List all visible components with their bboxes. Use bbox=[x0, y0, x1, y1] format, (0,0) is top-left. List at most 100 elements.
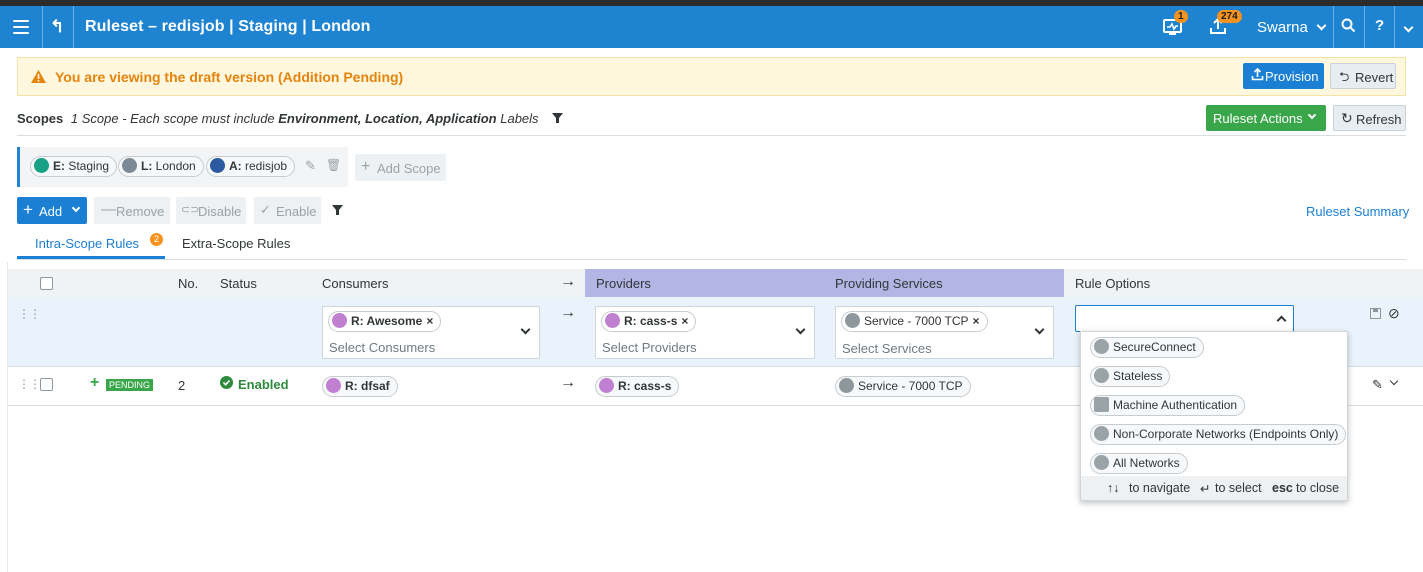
menu-icon[interactable] bbox=[13, 20, 29, 34]
environment-icon bbox=[34, 158, 49, 173]
chevron-down-icon bbox=[1307, 110, 1317, 120]
scopes-desc-prefix: 1 Scope - Each scope must include bbox=[70, 111, 279, 126]
disable-button[interactable]: ⊂⊃ Disable bbox=[176, 197, 246, 224]
ruleset-summary-link[interactable]: Ruleset Summary bbox=[1306, 204, 1409, 219]
help-icon[interactable]: ? bbox=[1375, 17, 1384, 34]
edit-rule-icon[interactable]: ✎ bbox=[1372, 377, 1383, 393]
option-secure-connect[interactable]: SecureConnect bbox=[1090, 337, 1204, 358]
tab-intra-scope-rules[interactable]: Intra-Scope Rules bbox=[35, 236, 139, 251]
column-rule-options[interactable]: Rule Options bbox=[1075, 276, 1150, 291]
remove-chip-icon[interactable]: × bbox=[426, 314, 433, 328]
services-select[interactable]: Service - 7000 TCP × Select Services bbox=[835, 306, 1054, 359]
provision-label: Provision bbox=[1265, 69, 1319, 84]
tab-intra-label: Intra-Scope Rules bbox=[35, 236, 140, 251]
header-divider bbox=[42, 6, 43, 48]
revert-button[interactable]: ⮌ Revert bbox=[1330, 63, 1396, 89]
pending-badge: PENDING bbox=[106, 379, 154, 391]
rules-filter-icon[interactable] bbox=[332, 204, 343, 219]
select-all-checkbox[interactable] bbox=[40, 277, 53, 290]
ruleset-actions-button[interactable]: Ruleset Actions bbox=[1206, 105, 1326, 131]
esc-key: esc bbox=[1272, 481, 1293, 495]
rule-options-select[interactable] bbox=[1075, 305, 1294, 332]
filter-icon[interactable] bbox=[552, 112, 564, 127]
add-label: Add bbox=[39, 204, 63, 219]
ruleset-actions-label: Ruleset Actions bbox=[1213, 111, 1303, 126]
drag-handle-icon[interactable]: ⋮⋮ bbox=[18, 307, 41, 321]
scope-label-application: A: redisjob bbox=[206, 156, 296, 177]
service-chip: Service - 7000 TCP bbox=[835, 376, 971, 397]
column-consumers[interactable]: Consumers bbox=[322, 276, 388, 291]
header-divider bbox=[73, 6, 74, 48]
column-status[interactable]: Status bbox=[220, 276, 257, 291]
header-divider bbox=[1394, 6, 1395, 48]
service-icon bbox=[839, 378, 854, 393]
option-all-networks[interactable]: All Networks bbox=[1090, 453, 1188, 474]
remove-chip-icon[interactable]: × bbox=[973, 314, 980, 328]
network-icon bbox=[1094, 426, 1109, 441]
edit-scope-icon[interactable]: ✎ bbox=[305, 158, 316, 174]
disable-label: Disable bbox=[198, 204, 242, 219]
chevron-down-icon bbox=[1034, 324, 1045, 335]
provision-button[interactable]: Provision bbox=[1243, 63, 1324, 89]
rule-options-dropdown: SecureConnect Stateless Machine Authenti… bbox=[1080, 331, 1348, 501]
cancel-icon[interactable]: ⊘ bbox=[1388, 305, 1400, 322]
content-left-border bbox=[7, 262, 8, 572]
header-divider bbox=[1333, 6, 1334, 48]
header-divider bbox=[1364, 6, 1365, 48]
providers-select[interactable]: R: cass-s × Select Providers bbox=[595, 306, 815, 359]
option-machine-authentication[interactable]: Machine Authentication bbox=[1090, 395, 1246, 416]
scopes-desc-suffix: Labels bbox=[496, 111, 539, 126]
tab-extra-scope-rules[interactable]: Extra-Scope Rules bbox=[182, 236, 290, 251]
user-menu[interactable]: Swarna bbox=[1257, 19, 1327, 36]
add-scope-button[interactable]: + Add Scope bbox=[355, 154, 446, 181]
option-stateless[interactable]: Stateless bbox=[1090, 366, 1171, 387]
role-icon bbox=[326, 378, 341, 393]
column-arrow: → bbox=[560, 273, 576, 290]
location-pin-icon bbox=[122, 158, 137, 173]
hint-navigate: to navigate bbox=[1129, 481, 1191, 495]
app-header: ↰ Ruleset – redisjob | Staging | London … bbox=[0, 6, 1423, 48]
option-non-corporate-networks[interactable]: Non-Corporate Networks (Endpoints Only) bbox=[1090, 424, 1347, 445]
user-name: Swarna bbox=[1257, 19, 1308, 36]
row-menu-chevron-icon[interactable] bbox=[1389, 376, 1399, 386]
remove-button[interactable]: — Remove bbox=[94, 197, 170, 224]
scopes-desc-bold: Environment, Location, Application bbox=[278, 111, 497, 126]
back-icon[interactable]: ↰ bbox=[50, 17, 64, 37]
services-placeholder: Select Services bbox=[842, 341, 932, 356]
remove-label: Remove bbox=[116, 204, 165, 219]
enable-button[interactable]: ✓ Enable bbox=[254, 197, 321, 224]
intra-rules-count-badge: 2 bbox=[150, 233, 163, 246]
role-icon bbox=[605, 313, 620, 328]
add-rule-button[interactable]: + Add bbox=[17, 197, 87, 224]
draft-message: You are viewing the draft version (Addit… bbox=[55, 69, 404, 85]
chevron-down-icon bbox=[520, 324, 531, 335]
hint-close: to close bbox=[1296, 481, 1340, 495]
rule-number: 2 bbox=[178, 378, 186, 393]
upload-icon bbox=[1251, 67, 1264, 84]
column-providers[interactable]: Providers bbox=[596, 276, 651, 291]
delete-scope-icon[interactable]: 🗑 bbox=[326, 158, 341, 172]
status-enabled: Enabled bbox=[238, 377, 289, 392]
role-icon bbox=[332, 313, 347, 328]
secure-connect-icon bbox=[1094, 339, 1109, 354]
refresh-icon: ↻ bbox=[1341, 110, 1353, 126]
hint-select: to select bbox=[1215, 481, 1262, 495]
column-no[interactable]: No. bbox=[178, 276, 198, 291]
provision-badge: 274 bbox=[1217, 10, 1242, 23]
draft-banner: You are viewing the draft version (Addit… bbox=[17, 57, 1406, 96]
more-menu-chevron-icon[interactable] bbox=[1403, 19, 1414, 34]
row-checkbox[interactable] bbox=[40, 378, 53, 391]
save-icon[interactable] bbox=[1370, 308, 1381, 322]
chevron-down-icon bbox=[71, 203, 81, 213]
tabs-divider bbox=[17, 259, 1406, 260]
providers-header-band: Providers Providing Services bbox=[585, 269, 1064, 297]
arrow-keys-icon: ↑↓ bbox=[1107, 481, 1120, 495]
search-icon[interactable] bbox=[1341, 18, 1356, 36]
provider-chip: R: cass-s bbox=[595, 376, 680, 397]
refresh-button[interactable]: ↻ Refresh bbox=[1333, 105, 1406, 131]
column-providing-services[interactable]: Providing Services bbox=[835, 276, 943, 291]
drag-handle-icon[interactable]: ⋮⋮ bbox=[18, 377, 41, 391]
flow-arrow: → bbox=[560, 374, 576, 391]
consumers-select[interactable]: R: Awesome × Select Consumers bbox=[322, 306, 540, 359]
remove-chip-icon[interactable]: × bbox=[681, 314, 688, 328]
